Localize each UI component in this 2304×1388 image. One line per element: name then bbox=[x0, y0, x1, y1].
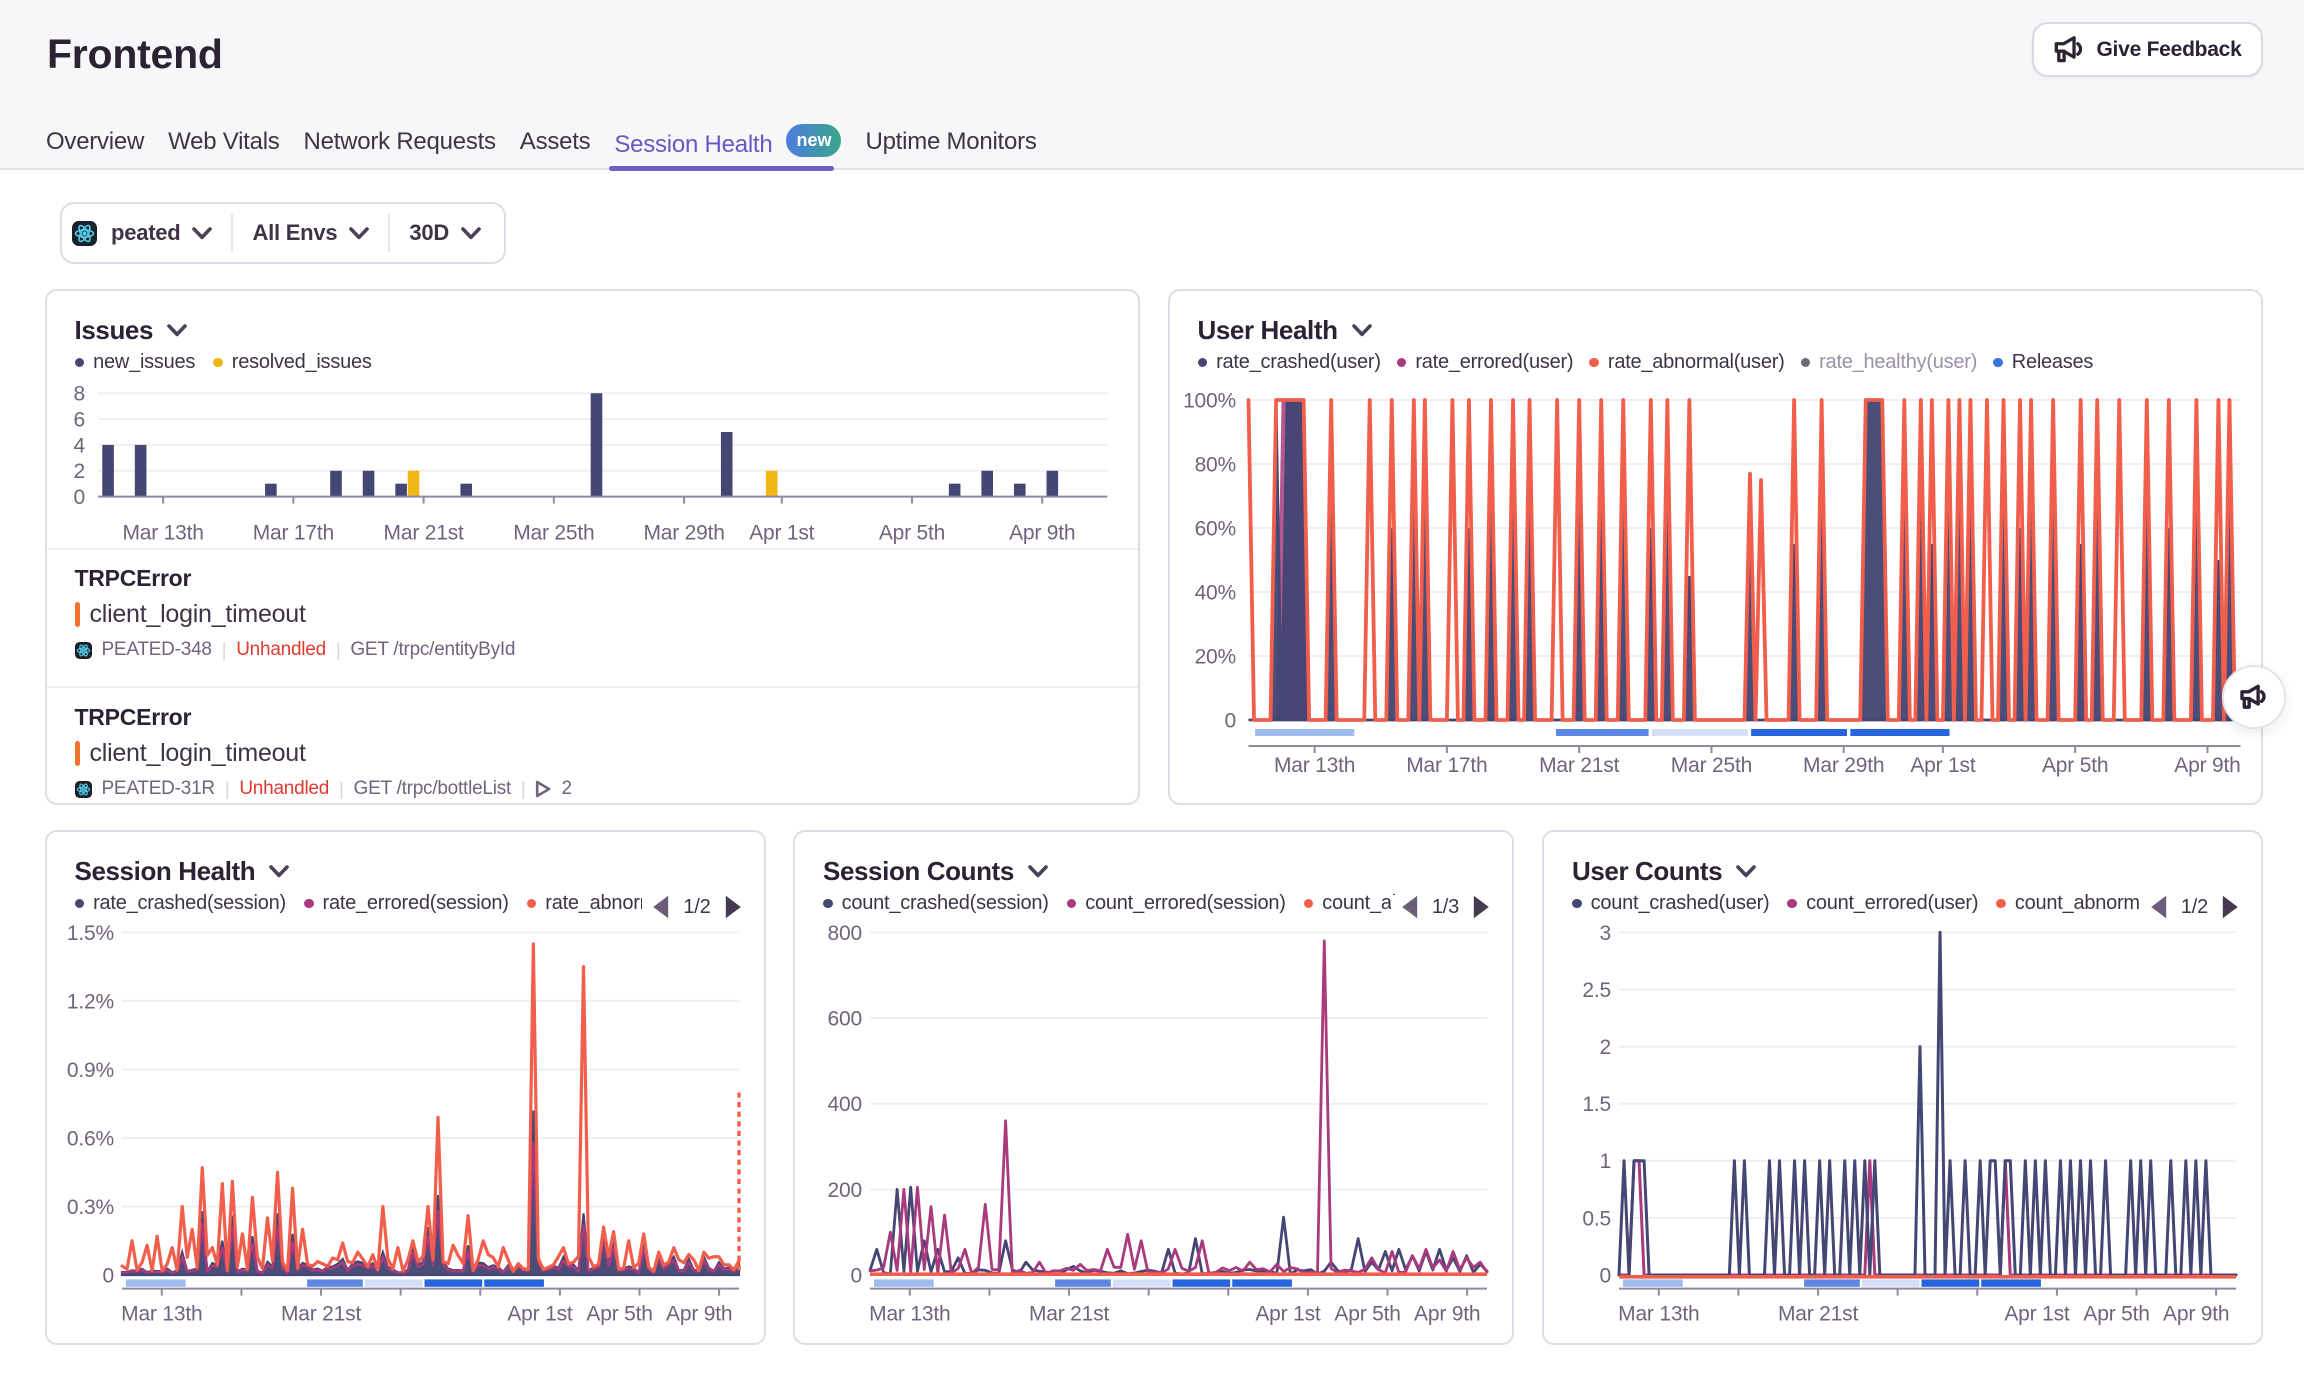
svg-text:0: 0 bbox=[73, 486, 84, 509]
svg-text:0.6%: 0.6% bbox=[66, 1127, 113, 1150]
svg-text:Mar 13th: Mar 13th bbox=[121, 1303, 202, 1326]
svg-text:Apr 5th: Apr 5th bbox=[878, 522, 944, 545]
svg-text:Apr 5th: Apr 5th bbox=[2083, 1303, 2149, 1326]
svg-text:Mar 13th: Mar 13th bbox=[1273, 754, 1354, 777]
svg-text:0.3%: 0.3% bbox=[66, 1196, 113, 1219]
svg-text:0: 0 bbox=[851, 1264, 862, 1287]
svg-text:20%: 20% bbox=[1194, 645, 1235, 668]
svg-text:Mar 25th: Mar 25th bbox=[1670, 754, 1751, 777]
svg-text:Mar 21st: Mar 21st bbox=[1539, 754, 1619, 777]
svg-text:4: 4 bbox=[73, 434, 85, 457]
svg-text:Mar 29th: Mar 29th bbox=[1803, 754, 1884, 777]
svg-text:Apr 5th: Apr 5th bbox=[586, 1303, 652, 1326]
svg-text:Apr 1st: Apr 1st bbox=[749, 522, 814, 545]
svg-text:2.5: 2.5 bbox=[1582, 979, 1611, 1002]
svg-text:Mar 21st: Mar 21st bbox=[280, 1303, 360, 1326]
svg-text:1.2%: 1.2% bbox=[66, 990, 113, 1013]
svg-text:Apr 1st: Apr 1st bbox=[1910, 754, 1975, 777]
svg-text:Apr 9th: Apr 9th bbox=[2163, 1303, 2229, 1326]
svg-text:200: 200 bbox=[828, 1179, 862, 1202]
svg-text:Mar 21st: Mar 21st bbox=[1778, 1303, 1858, 1326]
svg-text:2: 2 bbox=[73, 460, 84, 483]
svg-text:Apr 9th: Apr 9th bbox=[666, 1303, 732, 1326]
svg-text:Apr 1st: Apr 1st bbox=[1255, 1303, 1320, 1326]
svg-text:3: 3 bbox=[1600, 922, 1611, 945]
svg-text:0: 0 bbox=[1600, 1264, 1611, 1287]
svg-text:6: 6 bbox=[73, 408, 84, 431]
svg-text:Mar 13th: Mar 13th bbox=[1618, 1303, 1699, 1326]
svg-text:60%: 60% bbox=[1194, 517, 1235, 540]
svg-text:1: 1 bbox=[1600, 1150, 1611, 1173]
svg-text:2: 2 bbox=[1600, 1036, 1611, 1059]
svg-text:Mar 21st: Mar 21st bbox=[383, 522, 463, 545]
svg-text:0: 0 bbox=[102, 1264, 113, 1287]
svg-text:Mar 17th: Mar 17th bbox=[252, 522, 333, 545]
svg-text:Mar 21st: Mar 21st bbox=[1029, 1303, 1109, 1326]
svg-text:Mar 25th: Mar 25th bbox=[513, 522, 594, 545]
svg-text:100%: 100% bbox=[1183, 389, 1236, 412]
svg-text:Apr 1st: Apr 1st bbox=[507, 1303, 572, 1326]
svg-text:Mar 13th: Mar 13th bbox=[122, 522, 203, 545]
svg-text:8: 8 bbox=[73, 383, 84, 406]
svg-text:Apr 5th: Apr 5th bbox=[1334, 1303, 1400, 1326]
svg-text:400: 400 bbox=[828, 1093, 862, 1116]
svg-text:40%: 40% bbox=[1194, 581, 1235, 604]
svg-text:80%: 80% bbox=[1194, 453, 1235, 476]
svg-text:1.5%: 1.5% bbox=[66, 922, 113, 945]
svg-text:Apr 1st: Apr 1st bbox=[2004, 1303, 2069, 1326]
svg-text:Apr 9th: Apr 9th bbox=[2174, 754, 2240, 777]
svg-text:800: 800 bbox=[828, 922, 862, 945]
svg-text:0.5: 0.5 bbox=[1582, 1207, 1611, 1230]
svg-text:Apr 9th: Apr 9th bbox=[1009, 522, 1075, 545]
svg-text:Apr 9th: Apr 9th bbox=[1414, 1303, 1480, 1326]
svg-text:600: 600 bbox=[828, 1007, 862, 1030]
svg-text:Mar 17th: Mar 17th bbox=[1406, 754, 1487, 777]
svg-text:0.9%: 0.9% bbox=[66, 1059, 113, 1082]
svg-text:Apr 5th: Apr 5th bbox=[2042, 754, 2108, 777]
svg-text:1.5: 1.5 bbox=[1582, 1093, 1611, 1116]
svg-text:Mar 29th: Mar 29th bbox=[643, 522, 724, 545]
svg-text:Mar 13th: Mar 13th bbox=[869, 1303, 950, 1326]
svg-text:0: 0 bbox=[1224, 709, 1235, 732]
